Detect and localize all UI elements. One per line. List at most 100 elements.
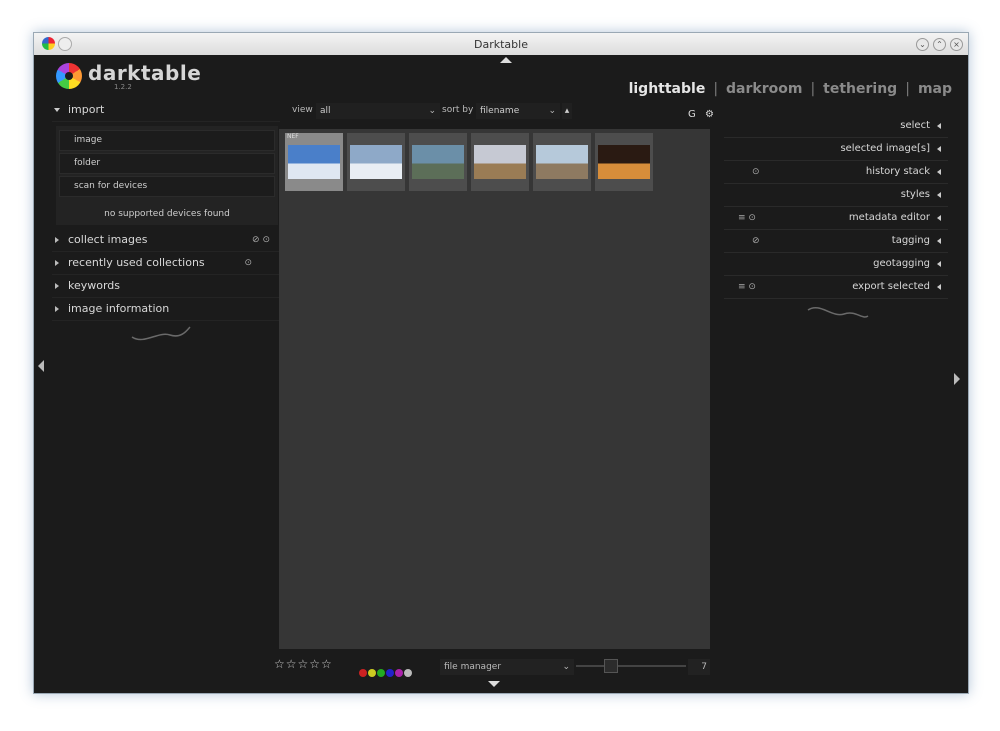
zoom-value[interactable]: 7 — [688, 659, 710, 675]
left-panel: import image folder scan for devices no … — [52, 99, 280, 321]
module-select[interactable]: select — [724, 115, 948, 138]
layout-combo[interactable]: file manager ⌄ — [440, 659, 574, 675]
module-label: recently used collections — [68, 256, 205, 269]
view-map[interactable]: map — [918, 81, 952, 97]
layout-value: file manager — [444, 662, 502, 672]
collapsed-triangle-icon — [55, 260, 59, 266]
color-label-dot[interactable] — [368, 669, 376, 677]
module-label: styles — [900, 189, 930, 200]
module-reset-icon[interactable]: ⊘ ⊙ — [252, 229, 270, 251]
thumbnail-image — [536, 145, 588, 179]
module-export-selected[interactable]: ≡ ⊙ export selected — [724, 276, 948, 299]
color-label-dot[interactable] — [395, 669, 403, 677]
center-right-tools: G ⚙ — [688, 109, 714, 120]
module-label: collect images — [68, 233, 148, 246]
color-label-dot[interactable] — [404, 669, 412, 677]
module-keywords[interactable]: keywords — [52, 275, 280, 298]
module-reset-icon[interactable]: ⊙ — [752, 161, 760, 183]
sort-direction-button[interactable]: ▴ — [562, 103, 572, 119]
import-image-button[interactable]: image — [59, 130, 275, 151]
collapsed-triangle-icon — [937, 123, 941, 129]
module-label: selected image[s] — [840, 143, 930, 154]
view-separator: | — [713, 81, 719, 97]
gear-icon[interactable]: ⚙ — [705, 109, 714, 120]
thumbnail-image — [350, 145, 402, 179]
module-label: import — [68, 103, 105, 116]
module-metadata-editor[interactable]: ≡ ⊙ metadata editor — [724, 207, 948, 230]
thumbnail[interactable] — [409, 133, 467, 191]
thumbnail-format-tag: NEF — [287, 133, 299, 140]
thumbnail-image — [474, 145, 526, 179]
module-reset-icon[interactable]: ⊘ — [752, 230, 760, 252]
module-tagging[interactable]: ⊘ tagging — [724, 230, 948, 253]
no-devices-message: no supported devices found — [104, 209, 230, 219]
thumbnail[interactable] — [533, 133, 591, 191]
view-lighttable[interactable]: lighttable — [629, 81, 706, 97]
color-label-dot[interactable] — [386, 669, 394, 677]
view-switcher: lighttable | darkroom | tethering | map — [625, 81, 956, 97]
module-image-information[interactable]: image information — [52, 298, 280, 321]
close-icon[interactable]: × — [950, 38, 963, 51]
top-panel-toggle-icon[interactable] — [500, 57, 512, 63]
grouping-button[interactable]: G — [688, 109, 696, 120]
lighttable-area[interactable]: NEF — [279, 129, 710, 649]
module-presets-icon[interactable]: ≡ ⊙ — [738, 276, 756, 298]
view-filter-label: view — [292, 105, 313, 115]
module-recent-collections[interactable]: recently used collections ⊙ — [52, 252, 280, 275]
thumbnail-image — [288, 145, 340, 179]
module-import-header[interactable]: import — [52, 99, 280, 122]
collapsed-triangle-icon — [937, 238, 941, 244]
module-reset-icon[interactable]: ⊙ — [244, 252, 252, 274]
color-label-dot[interactable] — [359, 669, 367, 677]
filter-toolbar: view all ⌄ sort by filename ⌄ ▴ — [292, 103, 722, 119]
zoom-slider[interactable] — [576, 665, 686, 667]
maximize-icon[interactable]: ⌃ — [933, 38, 946, 51]
view-separator: | — [905, 81, 910, 97]
view-filter-value: all — [320, 106, 331, 116]
collapsed-triangle-icon — [937, 215, 941, 221]
color-label-dot[interactable] — [377, 669, 385, 677]
import-module-body: image folder scan for devices no support… — [56, 126, 278, 225]
view-filter-combo[interactable]: all ⌄ — [316, 103, 440, 119]
thumbnail[interactable] — [471, 133, 529, 191]
view-darkroom[interactable]: darkroom — [726, 81, 802, 97]
collapsed-triangle-icon — [937, 146, 941, 152]
darktable-window: Darktable ⌄ ⌃ × darktable 1.2.2 lighttab… — [33, 32, 969, 694]
logo-name: darktable — [88, 61, 202, 85]
right-panel: select selected image[s] ⊙ history stack … — [724, 115, 948, 299]
bottom-panel-toggle-icon[interactable] — [488, 681, 500, 687]
module-presets-icon[interactable]: ≡ ⊙ — [738, 207, 756, 229]
scan-devices-button[interactable]: scan for devices — [59, 176, 275, 197]
module-styles[interactable]: styles — [724, 184, 948, 207]
bottom-toolbar: ☆☆☆☆☆ file manager ⌄ 7 — [274, 657, 714, 677]
thumbnail-image — [598, 145, 650, 179]
collapsed-triangle-icon — [55, 237, 59, 243]
thumbnail[interactable] — [347, 133, 405, 191]
view-tethering[interactable]: tethering — [823, 81, 897, 97]
module-label: tagging — [891, 235, 930, 246]
module-geotagging[interactable]: geotagging — [724, 253, 948, 276]
module-label: select — [900, 120, 930, 131]
thumbnail[interactable]: NEF — [285, 133, 343, 191]
module-history-stack[interactable]: ⊙ history stack — [724, 161, 948, 184]
star-rating-filter[interactable]: ☆☆☆☆☆ — [274, 657, 333, 671]
color-labels — [359, 662, 413, 681]
aperture-logo-icon — [56, 63, 82, 89]
thumbnail-image — [412, 145, 464, 179]
module-selected-images[interactable]: selected image[s] — [724, 138, 948, 161]
zoom-slider-handle[interactable] — [604, 659, 618, 673]
sort-combo[interactable]: filename ⌄ — [476, 103, 560, 119]
expanded-triangle-icon — [54, 108, 60, 112]
module-collect-images[interactable]: collect images ⊘ ⊙ — [52, 229, 280, 252]
right-panel-toggle-icon[interactable] — [954, 373, 960, 385]
module-label: image information — [68, 302, 170, 315]
import-folder-button[interactable]: folder — [59, 153, 275, 174]
collapsed-triangle-icon — [937, 169, 941, 175]
chevron-down-icon: ⌄ — [548, 106, 556, 116]
collapsed-triangle-icon — [937, 284, 941, 290]
minimize-icon[interactable]: ⌄ — [916, 38, 929, 51]
module-label: keywords — [68, 279, 121, 292]
left-panel-toggle-icon[interactable] — [38, 360, 44, 372]
thumbnail[interactable] — [595, 133, 653, 191]
collapsed-triangle-icon — [55, 306, 59, 312]
